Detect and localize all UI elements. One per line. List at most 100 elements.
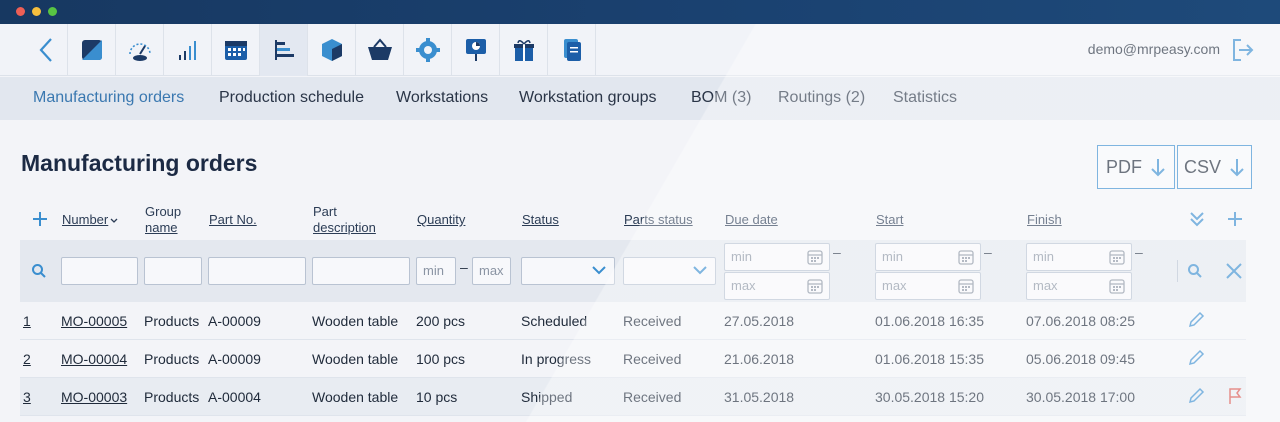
table-header: Number Group name Part No. Part descriptio… [0,200,1280,240]
due-date-max-input[interactable]: max [724,272,830,300]
back-button[interactable] [24,24,68,76]
header-number[interactable]: Number [62,212,118,227]
tab-statistics[interactable]: Statistics [893,89,957,107]
tab-workstation-groups[interactable]: Workstation groups [519,89,657,107]
description-filter-input[interactable] [312,257,410,285]
row-index[interactable]: 1 [23,313,31,329]
order-number-link[interactable]: MO-00004 [61,351,127,367]
gift-icon [513,40,534,61]
header-start[interactable]: Start [876,212,903,227]
table-row[interactable]: 2 MO-00004 Products A-00009 Wooden table… [20,340,1246,378]
part-description: Wooden table [312,351,399,367]
reports-button[interactable] [452,24,500,76]
logout-icon[interactable] [1230,37,1256,63]
group-filter-input[interactable] [144,257,202,285]
gantt-icon [274,40,294,60]
parts-status: Received [623,313,682,329]
zoom-window-button[interactable] [48,7,57,16]
order-number-link[interactable]: MO-00005 [61,313,127,329]
tab-bom[interactable]: BOM (3) [691,89,751,107]
settings-button[interactable] [404,24,452,76]
finish-min-input[interactable]: min [1026,243,1132,271]
stock-button[interactable] [308,24,356,76]
start-max-input[interactable]: max [875,272,981,300]
header-group-name[interactable]: Group name [145,204,181,236]
finish-max-input[interactable]: max [1026,272,1132,300]
documents-button[interactable] [548,24,596,76]
order-number-link[interactable]: MO-00003 [61,389,127,405]
status-select[interactable] [521,257,615,285]
finish-min-placeholder: min [1033,249,1054,264]
calendar-icon[interactable] [958,249,974,265]
status: In progress [521,351,592,367]
clear-filter-icon[interactable] [1225,262,1243,280]
quantity-min-input[interactable]: min [416,257,456,285]
edit-pencil-icon[interactable] [1187,387,1205,405]
tab-manufacturing-orders[interactable]: Manufacturing orders [33,89,184,107]
chevron-down-icon [592,266,606,275]
start-date: 30.05.2018 15:20 [875,389,984,405]
calendar-icon[interactable] [807,278,823,294]
calendar-icon[interactable] [807,249,823,265]
calendar-icon[interactable] [1109,249,1125,265]
due-min-placeholder: min [731,249,752,264]
row-index[interactable]: 3 [23,389,31,405]
apply-search-icon[interactable] [1187,263,1203,279]
export-csv-button[interactable]: CSV [1177,145,1252,189]
start-min-input[interactable]: min [875,243,981,271]
table-row[interactable]: 1 MO-00005 Products A-00009 Wooden table… [20,302,1246,340]
due-date: 21.06.2018 [724,351,795,367]
speedometer-button[interactable] [116,24,164,76]
header-part-no[interactable]: Part No. [209,212,257,227]
add-icon[interactable] [31,210,49,228]
speedometer-icon [128,43,151,61]
basket-icon [367,38,392,60]
header-due-date[interactable]: Due date [725,212,778,227]
tab-routings[interactable]: Routings (2) [778,89,865,107]
header-desc-line1: Part [313,204,337,219]
part-no-filter-input[interactable] [208,257,306,285]
dashboard-button[interactable] [68,24,116,76]
calendar-icon[interactable] [1109,278,1125,294]
arrow-down-icon [1151,159,1165,177]
header-part-description[interactable]: Part description [313,204,376,236]
flag-icon[interactable] [1227,387,1243,405]
minimize-window-button[interactable] [32,7,41,16]
edit-pencil-icon[interactable] [1187,311,1205,329]
quantity-max-input[interactable]: max [472,257,511,285]
status: Shipped [521,389,573,405]
header-finish[interactable]: Finish [1027,212,1062,227]
row-index[interactable]: 2 [23,351,31,367]
part-description: Wooden table [312,313,399,329]
header-parts-status[interactable]: Parts status [624,212,693,227]
start-max-placeholder: max [882,278,907,293]
close-window-button[interactable] [16,7,25,16]
calendar-icon[interactable] [958,278,974,294]
window-titlebar [0,0,1280,24]
user-email[interactable]: demo@mrpeasy.com [1088,41,1220,57]
chevron-down-icon [693,266,707,275]
expand-columns-icon[interactable] [1188,210,1206,228]
edit-pencil-icon[interactable] [1187,349,1205,367]
range-dash: – [984,244,992,260]
tab-workstations[interactable]: Workstations [396,89,488,107]
due-max-placeholder: max [731,278,756,293]
header-status[interactable]: Status [522,212,559,227]
calendar-button[interactable] [212,24,260,76]
production-button[interactable] [260,24,308,76]
crm-button[interactable] [500,24,548,76]
due-date-min-input[interactable]: min [724,243,830,271]
number-filter-input[interactable] [61,257,138,285]
part-description: Wooden table [312,389,399,405]
export-pdf-button[interactable]: PDF [1097,145,1175,189]
tab-production-schedule[interactable]: Production schedule [219,89,364,107]
purchasing-button[interactable] [356,24,404,76]
sub-navigation: Manufacturing orders Production schedule… [0,77,1280,120]
table-row[interactable]: 3 MO-00003 Products A-00004 Wooden table… [20,378,1246,416]
parts-status-select[interactable] [623,257,716,285]
add-column-icon[interactable] [1226,210,1244,228]
statistics-button[interactable] [164,24,212,76]
export-pdf-label: PDF [1106,156,1142,177]
header-quantity[interactable]: Quantity [417,212,465,227]
group-name: Products [144,313,200,329]
